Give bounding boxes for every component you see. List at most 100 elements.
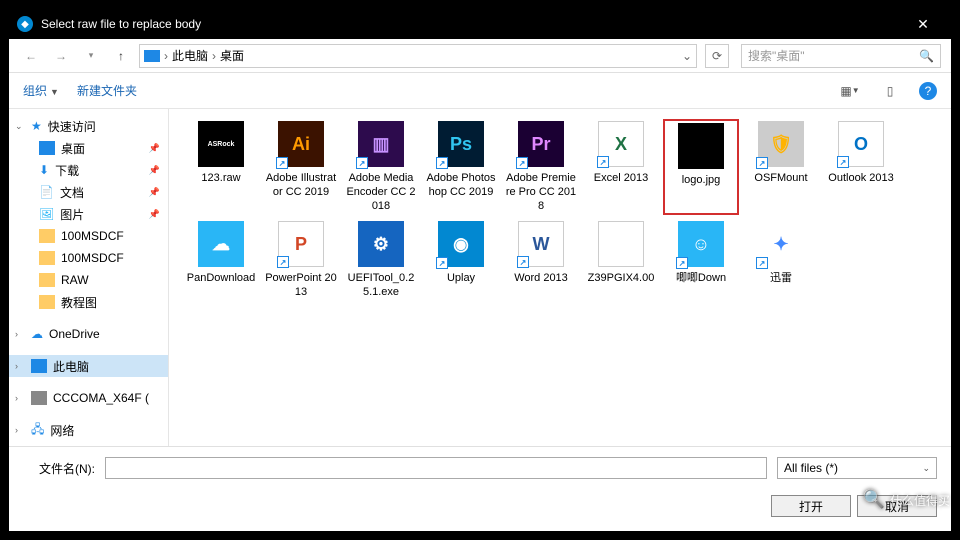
file-item[interactable]: logo.jpg <box>663 119 739 215</box>
file-item[interactable]: O↗ Outlook 2013 <box>823 119 899 215</box>
forward-button[interactable]: → <box>49 44 73 68</box>
view-mode-button[interactable]: ▦▼ <box>839 80 861 102</box>
watermark: 🔍 什么值得买 <box>863 489 950 510</box>
file-label: OSFMount <box>754 171 807 185</box>
breadcrumb-root[interactable]: 此电脑 <box>172 47 208 64</box>
file-label: Adobe Premiere Pro CC 2018 <box>505 171 577 213</box>
file-label: PanDownload <box>187 271 256 285</box>
file-thumb: ASRock <box>198 121 244 167</box>
file-item[interactable]: Ai↗Adobe Illustrator CC 2019 <box>263 119 339 215</box>
organize-menu[interactable]: 组织▼ <box>23 82 59 99</box>
file-item[interactable]: ASRock123.raw <box>183 119 259 215</box>
file-item[interactable]: ⚙UEFITool_0.25.1.exe <box>343 219 419 301</box>
shortcut-icon: ↗ <box>277 256 289 268</box>
file-thumb: X↗ <box>598 121 644 167</box>
sidebar-quickaccess[interactable]: ⌄★快速访问 <box>9 115 168 137</box>
button-row: 打开 取消 <box>9 489 951 531</box>
file-item[interactable]: ✦↗ 迅雷 <box>743 219 819 301</box>
sidebar: ⌄★快速访问 桌面📌⬇下载📌📄文档📌🖼图片📌100MSDCF100MSDCFRA… <box>9 109 169 446</box>
file-grid: ASRock123.rawAi↗Adobe Illustrator CC 201… <box>183 119 937 301</box>
file-thumb <box>678 123 724 169</box>
toolbar: 组织▼ 新建文件夹 ▦▼ ▯ ? <box>9 73 951 109</box>
file-label: Outlook 2013 <box>828 171 893 185</box>
file-item[interactable]: 🛡↗OSFMount <box>743 119 819 215</box>
file-label: Adobe Media Encoder CC 2018 <box>345 171 417 213</box>
file-item[interactable]: ☁PanDownload <box>183 219 259 301</box>
file-label: Z39PGIX4.00 <box>588 271 655 285</box>
file-label: 唧唧Down <box>676 271 726 285</box>
sidebar-network[interactable]: ›🖧网络 <box>9 419 168 441</box>
sidebar-item[interactable]: 100MSDCF <box>9 247 168 269</box>
address-dropdown-icon[interactable]: ⌄ <box>682 49 692 63</box>
file-thumb: Ps↗ <box>438 121 484 167</box>
shortcut-icon: ↗ <box>756 257 768 269</box>
new-folder-button[interactable]: 新建文件夹 <box>77 82 137 99</box>
shortcut-icon: ↗ <box>356 157 368 169</box>
sidebar-item[interactable]: ⬇下载📌 <box>9 159 168 181</box>
up-button[interactable]: ↑ <box>109 44 133 68</box>
file-thumb: Ai↗ <box>278 121 324 167</box>
open-button[interactable]: 打开 <box>771 495 851 517</box>
search-placeholder: 搜索"桌面" <box>748 47 805 64</box>
window-title: Select raw file to replace body <box>41 17 903 31</box>
file-item[interactable]: ▥↗Adobe Media Encoder CC 2018 <box>343 119 419 215</box>
sidebar-item[interactable]: 教程图 <box>9 291 168 313</box>
shortcut-icon: ↗ <box>436 157 448 169</box>
file-thumb: ✦↗ <box>758 221 804 267</box>
breadcrumb-sep: › <box>212 49 216 63</box>
sidebar-item[interactable]: RAW <box>9 269 168 291</box>
sidebar-thispc[interactable]: ›此电脑 <box>9 355 168 377</box>
recent-dropdown[interactable]: ▾ <box>79 44 103 68</box>
shortcut-icon: ↗ <box>837 156 849 168</box>
titlebar: ◆ Select raw file to replace body ✕ <box>9 9 951 39</box>
file-item[interactable]: X↗ Excel 2013 <box>583 119 659 215</box>
file-thumb: ◉↗ <box>438 221 484 267</box>
refresh-button[interactable]: ⟳ <box>705 44 729 68</box>
shortcut-icon: ↗ <box>756 157 768 169</box>
shortcut-icon: ↗ <box>276 157 288 169</box>
sidebar-item[interactable]: 桌面📌 <box>9 137 168 159</box>
shortcut-icon: ↗ <box>517 256 529 268</box>
file-item[interactable]: ☺↗ 唧唧Down <box>663 219 739 301</box>
file-thumb: Pr↗ <box>518 121 564 167</box>
file-thumb: ⚙ <box>358 221 404 267</box>
file-item[interactable]: Ps↗ Adobe Photoshop CC 2019 <box>423 119 499 215</box>
file-item[interactable]: Pr↗Adobe Premiere Pro CC 2018 <box>503 119 579 215</box>
shortcut-icon: ↗ <box>516 157 528 169</box>
address-bar[interactable]: › 此电脑 › 桌面 ⌄ <box>139 44 697 68</box>
help-button[interactable]: ? <box>919 82 937 100</box>
file-item[interactable]: Z39PGIX4.00 <box>583 219 659 301</box>
shortcut-icon: ↗ <box>436 257 448 269</box>
file-item[interactable]: W↗Word 2013 <box>503 219 579 301</box>
file-thumb: W↗ <box>518 221 564 267</box>
file-label: PowerPoint 2013 <box>265 271 337 299</box>
filetype-filter[interactable]: All files (*)⌄ <box>777 457 937 479</box>
close-button[interactable]: ✕ <box>903 16 943 33</box>
search-input[interactable]: 搜索"桌面" 🔍 <box>741 44 941 68</box>
pin-icon: 📌 <box>149 143 160 154</box>
file-label: 迅雷 <box>770 271 792 285</box>
app-icon: ◆ <box>17 16 33 32</box>
pin-icon: 📌 <box>149 187 160 198</box>
back-button[interactable]: ← <box>19 44 43 68</box>
file-area: ASRock123.rawAi↗Adobe Illustrator CC 201… <box>169 109 951 446</box>
file-label: Adobe Photoshop CC 2019 <box>425 171 497 199</box>
pin-icon: 📌 <box>149 165 160 176</box>
file-item[interactable]: P↗PowerPoint 2013 <box>263 219 339 301</box>
search-icon: 🔍 <box>919 49 934 63</box>
file-label: logo.jpg <box>682 173 721 187</box>
breadcrumb-current[interactable]: 桌面 <box>220 47 244 64</box>
sidebar-item[interactable]: 100MSDCF <box>9 225 168 247</box>
filename-input[interactable] <box>105 457 767 479</box>
preview-pane-button[interactable]: ▯ <box>879 80 901 102</box>
file-thumb: ☺↗ <box>678 221 724 267</box>
sidebar-item[interactable]: 🖼图片📌 <box>9 203 168 225</box>
file-item[interactable]: ◉↗Uplay <box>423 219 499 301</box>
file-thumb <box>598 221 644 267</box>
sidebar-item[interactable]: 📄文档📌 <box>9 181 168 203</box>
file-label: Excel 2013 <box>594 171 648 185</box>
sidebar-drive[interactable]: ›CCCOMA_X64F ( <box>9 387 168 409</box>
file-thumb: O↗ <box>838 121 884 167</box>
sidebar-onedrive[interactable]: ›☁OneDrive <box>9 323 168 345</box>
pin-icon: 📌 <box>149 209 160 220</box>
